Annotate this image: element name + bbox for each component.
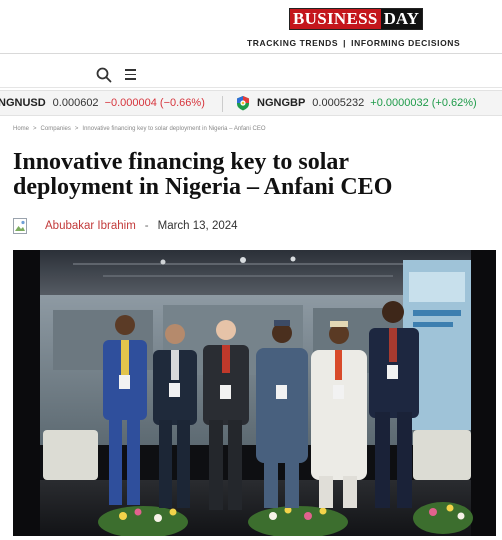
toolbar [0, 60, 502, 88]
article-featured-photo[interactable] [13, 250, 496, 536]
author-avatar-icon[interactable] [13, 218, 27, 234]
breadcrumb-current: Innovative financing key to solar deploy… [82, 126, 266, 132]
author-name[interactable]: Abubakar Ibrahim [45, 220, 136, 232]
businessday-logo[interactable]: BUSINESS DAY [289, 8, 423, 30]
tagline-separator: | [343, 38, 347, 48]
search-icon[interactable] [96, 67, 112, 83]
ticker-value: 0.0005232 [312, 97, 365, 109]
person-6 [369, 301, 419, 508]
person-4 [256, 320, 308, 508]
ticker-divider [222, 96, 223, 112]
article-title: Innovative financing key to solar deploy… [13, 149, 393, 200]
ticker-change: −0.000004 (−0.66%) [104, 97, 205, 109]
person-1 [103, 315, 147, 505]
ticker-symbol: NGNUSD [0, 97, 46, 109]
logo-day: DAY [380, 9, 422, 29]
ticker-item-ngngbp[interactable]: NGNGBP 0.0005232 +0.0000032 (+0.62%) [257, 97, 477, 109]
publish-date: March 13, 2024 [157, 220, 238, 232]
breadcrumb-separator: > [33, 126, 37, 132]
logo-business: BUSINESS [290, 9, 381, 29]
breadcrumb-home[interactable]: Home [13, 126, 29, 132]
photo-scene [13, 250, 496, 536]
breadcrumb-companies[interactable]: Companies [41, 126, 71, 132]
ticker-symbol: NGNGBP [257, 97, 306, 109]
ticker-value: 0.000602 [52, 97, 99, 109]
ticker-change: +0.0000032 (+0.62%) [370, 97, 477, 109]
tagline-left: TRACKING TRENDS [247, 38, 339, 48]
breadcrumb: Home > Companies > Innovative financing key … [13, 126, 266, 132]
breadcrumb-separator: > [74, 126, 79, 132]
menu-icon[interactable] [125, 69, 136, 81]
ticker-item-ngnusd[interactable]: NGNUSD 0.000602 −0.000004 (−0.66%) [0, 97, 205, 109]
article-byline: Abubakar Ibrahim - March 13, 2024 [13, 216, 238, 236]
byline-dash: - [144, 220, 149, 232]
site-header: BUSINESS DAY TRACKING TRENDS | INFORMING D… [0, 0, 502, 54]
currency-flag-icon [237, 96, 249, 111]
tagline-right: INFORMING DECISIONS [351, 38, 461, 48]
tagline: TRACKING TRENDS | INFORMING DECISIONS [247, 38, 460, 48]
